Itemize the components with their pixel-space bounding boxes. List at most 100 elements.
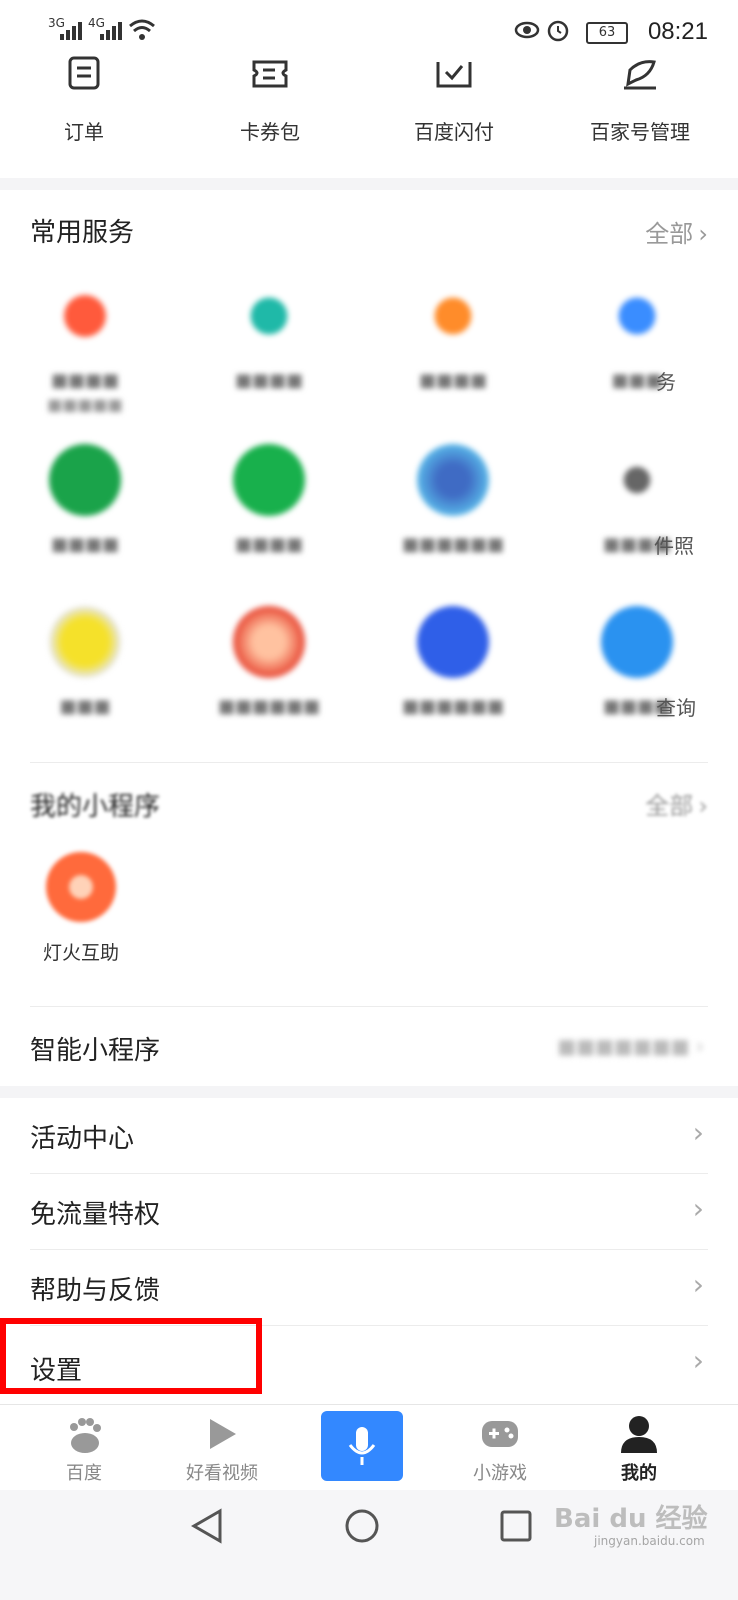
gamepad-icon — [482, 1421, 518, 1447]
baidu-pay-label: 百度闪付 — [414, 120, 494, 144]
battery-indicator: 63 — [586, 22, 628, 44]
service-icon — [601, 280, 673, 352]
service-item[interactable]: ■■■■■■ — [368, 444, 538, 555]
menu-label: 帮助与反馈 — [30, 1276, 161, 1306]
service-icon — [233, 280, 305, 352]
service-item[interactable]: ■■■■ — [552, 606, 722, 717]
service-icon — [49, 606, 121, 678]
blurred-label: ■■■■ — [50, 370, 120, 391]
service-icon — [417, 444, 489, 516]
baidu-paw-icon — [70, 1418, 101, 1453]
service-icon — [49, 444, 121, 516]
smart-mini-program-title: 智能小程序 — [30, 1036, 161, 1066]
clock: 08:21 — [647, 18, 708, 45]
orders-entry[interactable]: 订单 — [4, 56, 164, 145]
service-item[interactable]: ■■■■ — [184, 280, 354, 391]
dengHuo-icon — [46, 852, 116, 922]
edit-feather-icon — [624, 60, 656, 90]
service-label-fragment: 件照 — [654, 534, 694, 558]
coupons-entry[interactable]: 卡券包 — [190, 56, 350, 145]
signal-icon — [60, 22, 82, 40]
baijiahao-entry[interactable]: 百家号管理 — [560, 56, 720, 145]
service-item[interactable]: ■■■■ ■■■■■ — [0, 280, 170, 414]
baidu-pay-entry[interactable]: 百度闪付 — [374, 56, 534, 145]
divider — [30, 762, 708, 763]
home-circle-icon[interactable] — [344, 1508, 380, 1544]
tab-baidu[interactable]: 百度 — [10, 1405, 158, 1491]
tab-mine[interactable]: 我的 — [565, 1405, 713, 1491]
service-item[interactable]: ■■■■ — [552, 444, 722, 555]
service-label-fragment: 查询 — [656, 696, 696, 720]
bottom-tab-bar: 百度 好看视频 小游戏 我的 — [0, 1404, 738, 1491]
service-icon — [601, 606, 673, 678]
blurred-label: ■■■■ — [418, 370, 488, 391]
service-icon — [233, 444, 305, 516]
status-bar: 3G 4G 63 08:21 — [0, 0, 738, 64]
watermark-brand: Bai du 经验 — [554, 1504, 708, 1534]
service-icon — [417, 280, 489, 352]
watermark-url: jingyan.baidu.com — [594, 1534, 705, 1548]
recents-square-icon[interactable] — [500, 1510, 532, 1542]
blurred-label: ■■■■ — [50, 534, 120, 555]
chevron-right-icon: › — [692, 1268, 704, 1301]
tab-haokan-video[interactable]: 好看视频 — [148, 1405, 296, 1491]
coupon-wallet-icon — [252, 60, 288, 88]
tab-label: 好看视频 — [186, 1463, 258, 1484]
common-services-all-link[interactable]: 全部 › — [645, 214, 708, 249]
voice-search-button[interactable] — [321, 1411, 403, 1481]
highlight-box — [0, 1318, 262, 1394]
mini-program-label: 灯火互助 — [42, 942, 119, 964]
chevron-right-icon: › — [698, 792, 708, 820]
user-icon — [621, 1416, 657, 1453]
baijiahao-label: 百家号管理 — [590, 120, 690, 144]
service-item[interactable]: ■■■■ — [0, 444, 170, 555]
blurred-label: ■■■■■■ — [401, 696, 505, 717]
blurred-label: ■■■ — [611, 370, 663, 391]
common-services-title: 常用服务 — [30, 218, 135, 248]
service-item[interactable]: ■■■■ — [184, 444, 354, 555]
orders-label: 订单 — [64, 120, 104, 144]
tab-label: 我的 — [621, 1463, 657, 1484]
play-icon — [210, 1419, 236, 1449]
blurred-label: ■■■■■■ — [401, 534, 505, 555]
section-divider — [0, 1086, 738, 1098]
blurred-promo-text: ■■■■■■■ › — [557, 1034, 704, 1058]
service-item[interactable]: ■■■■ — [368, 280, 538, 391]
tab-label: 百度 — [66, 1463, 102, 1484]
tab-mini-games[interactable]: 小游戏 — [426, 1405, 574, 1491]
service-item[interactable]: ■■■■■■ — [184, 606, 354, 717]
service-icon — [601, 444, 673, 516]
signal-icon — [100, 22, 122, 40]
chevron-right-icon: › — [692, 1116, 704, 1149]
menu-label: 免流量特权 — [30, 1200, 161, 1230]
microphone-icon — [348, 1427, 376, 1465]
blurred-label: ■■■ — [59, 696, 111, 717]
system-nav-bar: Bai du 经验 jingyan.baidu.com — [0, 1490, 738, 1600]
section-divider — [0, 178, 738, 190]
blurred-sublabel: ■■■■■ — [47, 395, 123, 414]
divider — [30, 1006, 708, 1007]
service-icon — [417, 606, 489, 678]
service-item[interactable]: ■■■■■■ — [368, 606, 538, 717]
blurred-label: ■■■■ — [234, 370, 304, 391]
menu-free-data[interactable]: 免流量特权 › — [30, 1174, 708, 1250]
eye-icon — [514, 21, 540, 39]
coupons-label: 卡券包 — [240, 120, 300, 144]
my-mini-programs-title: 我的小程序 — [30, 792, 161, 822]
service-icon — [49, 280, 121, 352]
service-item[interactable]: ■■■ — [552, 280, 722, 391]
menu-activity-center[interactable]: 活动中心 › — [30, 1098, 708, 1174]
service-item[interactable]: ■■■ — [0, 606, 170, 717]
mini-program-item[interactable]: 灯火互助 — [16, 852, 146, 965]
blurred-label: ■■■■■■ — [217, 696, 321, 717]
blurred-label: ■■■■ — [602, 534, 672, 555]
menu-help-feedback[interactable]: 帮助与反馈 › — [30, 1250, 708, 1326]
pay-check-icon — [436, 62, 472, 88]
blurred-label: ■■■■ — [234, 534, 304, 555]
mini-programs-all-link[interactable]: 全部 › — [645, 786, 708, 821]
tab-label: 小游戏 — [473, 1463, 527, 1484]
service-icon — [233, 606, 305, 678]
back-triangle-icon[interactable] — [190, 1508, 224, 1544]
alarm-icon — [547, 20, 569, 42]
smart-mini-program-row[interactable]: 智能小程序 ■■■■■■■ › — [30, 1010, 708, 1084]
